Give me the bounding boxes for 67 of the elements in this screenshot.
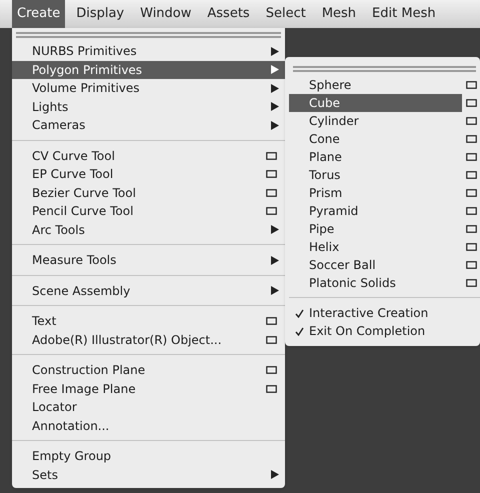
option-box-icon[interactable] bbox=[466, 117, 476, 125]
menu-bar-item[interactable]: Select bbox=[260, 0, 311, 28]
menu-bar-item[interactable]: Mesh bbox=[316, 0, 362, 28]
submenu-arrow-icon bbox=[271, 470, 279, 480]
menu-item[interactable]: Soccer Ball bbox=[289, 256, 462, 274]
menu-item[interactable]: Pyramid bbox=[289, 202, 462, 220]
menu-bar-item[interactable]: Window bbox=[135, 0, 196, 28]
menu-item[interactable]: CV Curve Tool bbox=[12, 146, 285, 165]
option-box-icon[interactable] bbox=[466, 261, 476, 269]
menu-bar-item[interactable]: Edit Mesh bbox=[367, 0, 441, 28]
submenu-arrow-icon bbox=[271, 256, 279, 265]
option-box-icon[interactable] bbox=[266, 384, 277, 393]
menu-bar-item[interactable]: Create bbox=[12, 0, 66, 28]
menu-item[interactable]: Free Image Plane bbox=[12, 380, 285, 398]
option-box-icon[interactable] bbox=[466, 171, 476, 179]
menu-bar-item[interactable]: Assets bbox=[202, 0, 255, 28]
menu-item[interactable]: Annotation... bbox=[12, 416, 285, 435]
menu-item[interactable]: Polygon Primitives bbox=[12, 60, 285, 79]
menu-item[interactable]: Torus bbox=[289, 166, 462, 184]
menu-item[interactable]: Cameras bbox=[12, 116, 285, 134]
submenu-arrow-icon bbox=[271, 225, 279, 234]
menu-item[interactable]: Bezier Curve Tool bbox=[12, 184, 285, 202]
menu-item[interactable]: Pipe bbox=[289, 220, 462, 238]
menu-item[interactable]: Helix bbox=[289, 238, 462, 256]
option-box-icon[interactable] bbox=[266, 188, 277, 197]
menu-item-label: Exit On Completion bbox=[309, 323, 426, 340]
menu-item[interactable]: Scene Assembly bbox=[12, 282, 285, 300]
menu-item[interactable]: Exit On Completion bbox=[289, 322, 480, 340]
menu-item[interactable]: Platonic Solids bbox=[289, 274, 462, 292]
option-box-icon[interactable] bbox=[466, 81, 476, 89]
menu-item[interactable]: Sphere bbox=[289, 76, 462, 94]
option-box-icon[interactable] bbox=[266, 336, 277, 344]
submenu-arrow-icon bbox=[271, 286, 279, 296]
menu-item[interactable]: Text bbox=[12, 312, 285, 330]
option-box-icon[interactable] bbox=[466, 243, 476, 251]
menu-item[interactable]: Cube bbox=[289, 94, 462, 112]
menu-bar-item[interactable]: Display bbox=[71, 0, 130, 28]
menu-item[interactable]: NURBS Primitives bbox=[12, 42, 285, 60]
menu-item[interactable]: Locator bbox=[12, 398, 285, 416]
menu-item[interactable]: Plane bbox=[289, 148, 462, 166]
option-box-icon[interactable] bbox=[466, 189, 476, 197]
menu-item[interactable]: Construction Plane bbox=[12, 361, 285, 380]
menu-item[interactable]: Measure Tools bbox=[12, 251, 285, 270]
option-box-icon[interactable] bbox=[266, 170, 277, 178]
menu-item[interactable]: Empty Group bbox=[12, 447, 285, 466]
menu-item-label: Interactive Creation bbox=[309, 305, 428, 322]
option-box-icon[interactable] bbox=[466, 225, 476, 233]
menu-item[interactable]: Arc Tools bbox=[12, 220, 285, 239]
menu-item[interactable]: Cylinder bbox=[289, 112, 462, 130]
menu-item[interactable]: Lights bbox=[12, 98, 285, 116]
menu-item[interactable]: Prism bbox=[289, 184, 462, 202]
menu-item[interactable]: Volume Primitives bbox=[12, 79, 285, 98]
menu-item[interactable]: Pencil Curve Tool bbox=[12, 202, 285, 220]
option-box-icon[interactable] bbox=[266, 317, 277, 326]
option-box-icon[interactable] bbox=[466, 135, 476, 143]
menu-item[interactable]: Adobe(R) Illustrator(R) Object... bbox=[12, 330, 285, 349]
menu-item[interactable]: Interactive Creation bbox=[289, 304, 480, 322]
option-box-icon[interactable] bbox=[466, 207, 476, 215]
option-box-icon[interactable] bbox=[266, 152, 277, 160]
option-box-icon[interactable] bbox=[266, 207, 277, 216]
option-box-icon[interactable] bbox=[466, 99, 476, 107]
option-box-icon[interactable] bbox=[466, 153, 476, 161]
option-box-icon[interactable] bbox=[266, 366, 277, 374]
menu-item[interactable]: Sets bbox=[12, 466, 285, 484]
option-box-icon[interactable] bbox=[466, 279, 476, 287]
menu-item[interactable]: Cone bbox=[289, 130, 462, 148]
menu-item[interactable]: EP Curve Tool bbox=[12, 165, 285, 184]
